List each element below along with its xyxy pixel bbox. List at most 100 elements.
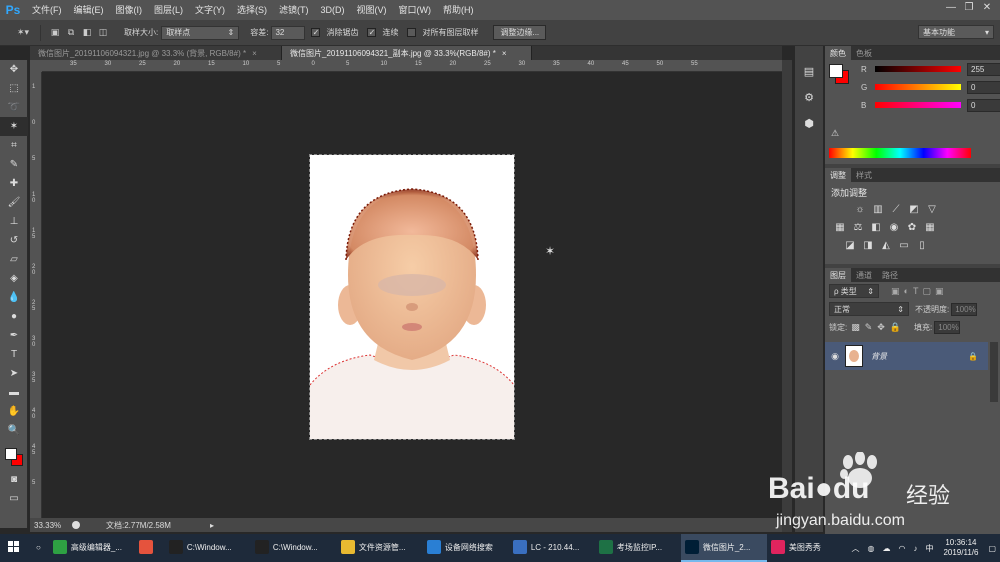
- minimize-button[interactable]: —: [942, 0, 960, 16]
- layer-row-background[interactable]: ◉ 背景 🔒: [825, 342, 988, 370]
- color-spectrum-bar[interactable]: [829, 148, 971, 158]
- input-method-icon[interactable]: 中: [921, 543, 937, 554]
- history-panel-icon[interactable]: ▤: [795, 58, 823, 84]
- zoom-tool-icon[interactable]: 🔍: [0, 421, 28, 440]
- menu-type[interactable]: 文字(Y): [189, 0, 231, 20]
- screen-mode-icon[interactable]: ▭: [0, 489, 28, 508]
- tab-adjustments[interactable]: 调整: [825, 168, 851, 182]
- menu-view[interactable]: 视图(V): [351, 0, 393, 20]
- blur-tool-icon[interactable]: 💧: [0, 288, 28, 307]
- cloud-icon[interactable]: ☁: [878, 544, 894, 553]
- wifi-icon[interactable]: ◠: [894, 544, 909, 553]
- blue-slider[interactable]: [875, 102, 961, 108]
- type-tool-icon[interactable]: T: [0, 345, 28, 364]
- tray-expand-icon[interactable]: ︿: [847, 543, 863, 554]
- close-button[interactable]: ✕: [978, 0, 996, 16]
- taskbar-item[interactable]: [135, 534, 165, 562]
- menu-3d[interactable]: 3D(D): [315, 0, 351, 20]
- hue-saturation-icon[interactable]: ▦: [833, 221, 847, 234]
- eye-icon[interactable]: ◉: [825, 351, 845, 362]
- eyedropper-tool-icon[interactable]: ✎: [0, 155, 28, 174]
- layer-filter-icons[interactable]: ▣◐T▢▣: [891, 286, 947, 297]
- tab-styles[interactable]: 样式: [851, 168, 877, 182]
- subtract-selection-icon[interactable]: ◧: [79, 25, 95, 41]
- menu-help[interactable]: 帮助(H): [437, 0, 480, 20]
- rectangle-tool-icon[interactable]: ▬: [0, 383, 28, 402]
- opacity-input[interactable]: 100%: [951, 302, 978, 316]
- layer-filter-select[interactable]: ρ 类型 ⇕: [829, 284, 879, 298]
- taskbar-item[interactable]: 微信图片_2...: [680, 534, 767, 562]
- restore-button[interactable]: ❐: [960, 0, 978, 16]
- menu-image[interactable]: 图像(I): [110, 0, 149, 20]
- clock[interactable]: 10:36:14 2019/11/6: [937, 538, 984, 558]
- notification-icon[interactable]: ▢: [984, 544, 1000, 553]
- tab-document-copy[interactable]: 微信图片_20191106094321_副本.jpg @ 33.3%(RGB/8…: [282, 46, 532, 60]
- curves-icon[interactable]: ⟋: [889, 203, 903, 216]
- taskbar-item[interactable]: 文件资源管...: [337, 534, 423, 562]
- 3d-panel-icon[interactable]: ⬢: [795, 110, 823, 136]
- lasso-tool-icon[interactable]: ➰: [0, 98, 28, 117]
- taskbar-item[interactable]: 美图秀秀: [767, 534, 853, 562]
- posterize-icon[interactable]: ◨: [861, 239, 875, 252]
- vertical-scrollbar[interactable]: [782, 60, 792, 532]
- fill-input[interactable]: 100%: [934, 320, 961, 334]
- add-selection-icon[interactable]: ⧉: [63, 25, 79, 41]
- tab-document-original[interactable]: 微信图片_20191106094321.jpg @ 33.3% (背景, RGB…: [30, 46, 282, 60]
- taskbar-item[interactable]: C:\Window...: [165, 534, 251, 562]
- color-lookup-icon[interactable]: ▦: [923, 221, 937, 234]
- taskbar-item[interactable]: 考场监控IP...: [595, 534, 681, 562]
- taskbar-item[interactable]: C:\Window...: [251, 534, 337, 562]
- layers-scrollbar[interactable]: [990, 342, 998, 402]
- sample-size-select[interactable]: 取样点 ⇕: [161, 25, 240, 40]
- green-slider[interactable]: [875, 84, 961, 90]
- properties-panel-icon[interactable]: ⚙: [795, 84, 823, 110]
- wechat-icon[interactable]: ◍: [863, 544, 878, 553]
- start-button[interactable]: [0, 534, 28, 562]
- sample-all-layers-checkbox[interactable]: [407, 28, 417, 37]
- black-white-icon[interactable]: ◧: [869, 221, 883, 234]
- brightness-icon[interactable]: ☼: [853, 203, 867, 216]
- status-info-icon[interactable]: [72, 521, 80, 529]
- menu-select[interactable]: 选择(S): [231, 0, 273, 20]
- taskbar-item[interactable]: 高级编辑器_...: [49, 534, 135, 562]
- workspace-select[interactable]: 基本功能 ▾: [918, 25, 994, 39]
- green-value-input[interactable]: 0: [967, 80, 1000, 94]
- brush-tool-icon[interactable]: 🖌: [0, 193, 28, 212]
- path-selection-tool-icon[interactable]: ➤: [0, 364, 28, 383]
- hand-tool-icon[interactable]: ✋: [0, 402, 28, 421]
- color-balance-icon[interactable]: ⚖: [851, 221, 865, 234]
- quick-mask-icon[interactable]: ◙: [0, 470, 28, 489]
- marquee-tool-icon[interactable]: ⬚: [0, 79, 28, 98]
- anti-alias-checkbox[interactable]: ✓: [311, 28, 321, 37]
- pen-tool-icon[interactable]: ✒: [0, 326, 28, 345]
- healing-brush-tool-icon[interactable]: ✚: [0, 174, 28, 193]
- menu-filter[interactable]: 滤镜(T): [273, 0, 315, 20]
- refine-edge-button[interactable]: 调整边缘...: [493, 25, 547, 40]
- volume-icon[interactable]: ♪: [909, 544, 921, 553]
- contiguous-checkbox[interactable]: ✓: [367, 28, 377, 37]
- tab-swatches[interactable]: 色板: [851, 46, 877, 60]
- move-tool-icon[interactable]: ✥: [0, 60, 28, 79]
- magic-wand-preset-icon[interactable]: ✶▾: [12, 25, 34, 41]
- new-selection-icon[interactable]: ▣: [47, 25, 63, 41]
- menu-layer[interactable]: 图层(L): [148, 0, 189, 20]
- status-menu-arrow-icon[interactable]: ▸: [210, 521, 214, 530]
- document-image[interactable]: [309, 154, 515, 440]
- taskbar-item[interactable]: 设备网络搜索: [423, 534, 509, 562]
- levels-icon[interactable]: ▥: [871, 203, 885, 216]
- menu-window[interactable]: 窗口(W): [393, 0, 438, 20]
- eraser-tool-icon[interactable]: ▱: [0, 250, 28, 269]
- taskbar-item[interactable]: LC - 210.44...: [509, 534, 595, 562]
- clone-stamp-tool-icon[interactable]: ⊥: [0, 212, 28, 231]
- foreground-color-swatch[interactable]: [5, 448, 17, 460]
- search-icon[interactable]: ○: [28, 534, 49, 562]
- red-value-input[interactable]: 255: [967, 62, 1000, 76]
- lock-options-icons[interactable]: ▩✎✥🔒: [851, 322, 906, 333]
- crop-tool-icon[interactable]: ⌗: [0, 136, 28, 155]
- red-slider[interactable]: [875, 66, 961, 72]
- channel-mixer-icon[interactable]: ✿: [905, 221, 919, 234]
- invert-icon[interactable]: ◪: [843, 239, 857, 252]
- history-brush-tool-icon[interactable]: ↺: [0, 231, 28, 250]
- tolerance-input[interactable]: 32: [271, 25, 306, 40]
- blend-mode-select[interactable]: 正常 ⇕: [829, 302, 909, 316]
